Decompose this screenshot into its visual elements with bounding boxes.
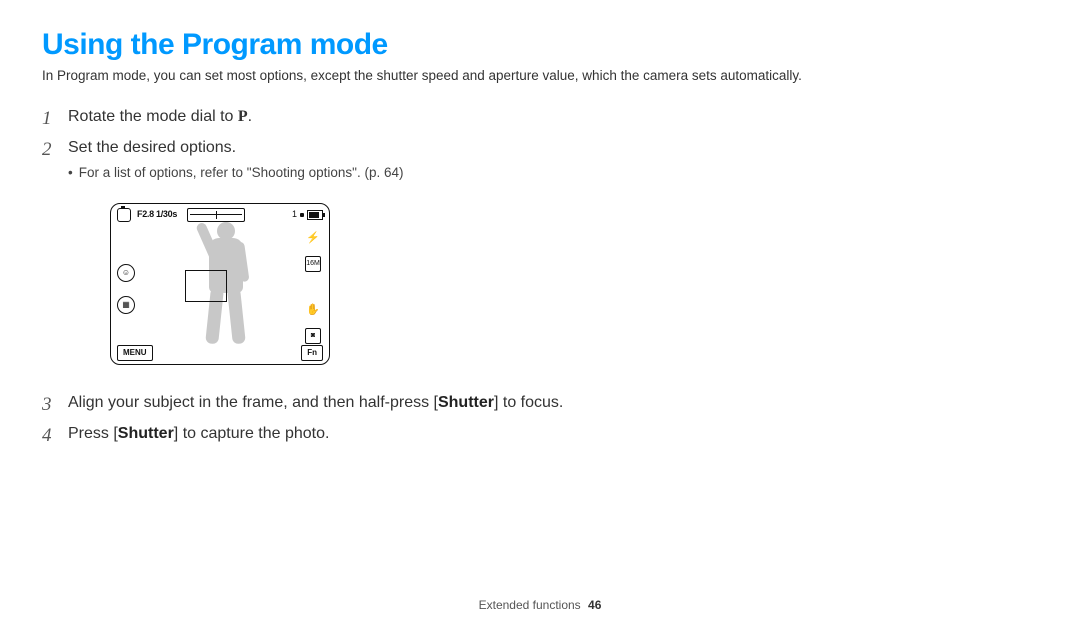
- step-text-post: ] to capture the photo.: [174, 425, 330, 442]
- manual-page: Using the Program mode In Program mode, …: [0, 0, 1080, 630]
- step-text-post: ] to focus.: [494, 394, 563, 411]
- footer-page-number: 46: [588, 598, 601, 612]
- ev-scale-icon: [187, 208, 245, 222]
- step-3: 3 Align your subject in the frame, and t…: [42, 391, 682, 422]
- step-text: Press [: [68, 425, 118, 442]
- shutter-bold: Shutter: [118, 425, 174, 442]
- step-number: 2: [42, 136, 52, 164]
- shutter-bold: Shutter: [438, 394, 494, 411]
- step-text: Set the desired options.: [68, 139, 236, 156]
- menu-button-label: MENU: [117, 345, 153, 361]
- step-number: 1: [42, 105, 52, 133]
- shots-count: 1: [292, 208, 297, 221]
- intro-text: In Program mode, you can set most option…: [0, 68, 1080, 83]
- sub-bullet: • For a list of options, refer to "Shoot…: [68, 159, 682, 183]
- flash-icon: ⚡: [306, 232, 320, 246]
- face-detect-icon: ☺: [117, 264, 135, 282]
- fn-button-label: Fn: [301, 345, 323, 361]
- focus-frame: [185, 270, 227, 302]
- camera-mode-icon: [117, 208, 131, 222]
- ois-icon: ✋: [306, 304, 320, 318]
- step-list: 1 Rotate the mode dial to P. 2 Set the d…: [42, 105, 682, 453]
- page-title: Using the Program mode: [0, 0, 1080, 68]
- metering-icon: ◙: [305, 328, 321, 344]
- step-text: Rotate the mode dial to: [68, 108, 238, 125]
- exposure-readout: F2.8 1/30s: [137, 208, 177, 221]
- footer-section: Extended functions: [479, 598, 581, 612]
- display-icon: ▦: [117, 296, 135, 314]
- page-footer: Extended functions 46: [0, 598, 1080, 612]
- battery-icon: [307, 210, 323, 220]
- step-text: Align your subject in the frame, and the…: [68, 394, 438, 411]
- screen-illustration-item: F2.8 1/30s 1 ☺ ▦ ⚡ 16M: [42, 203, 682, 391]
- step-1: 1 Rotate the mode dial to P.: [42, 105, 682, 136]
- bullet-icon: •: [68, 163, 79, 183]
- size-icon: 16M: [305, 256, 321, 272]
- step-4: 4 Press [Shutter] to capture the photo.: [42, 422, 682, 453]
- step-number: 4: [42, 422, 52, 450]
- camera-lcd-illustration: F2.8 1/30s 1 ☺ ▦ ⚡ 16M: [110, 203, 330, 365]
- step-2: 2 Set the desired options. • For a list …: [42, 136, 682, 191]
- step-text-post: .: [248, 108, 252, 125]
- sub-text: For a list of options, refer to "Shootin…: [79, 163, 404, 183]
- card-icon: [300, 213, 304, 217]
- step-number: 3: [42, 391, 52, 419]
- mode-p-icon: P: [238, 108, 248, 125]
